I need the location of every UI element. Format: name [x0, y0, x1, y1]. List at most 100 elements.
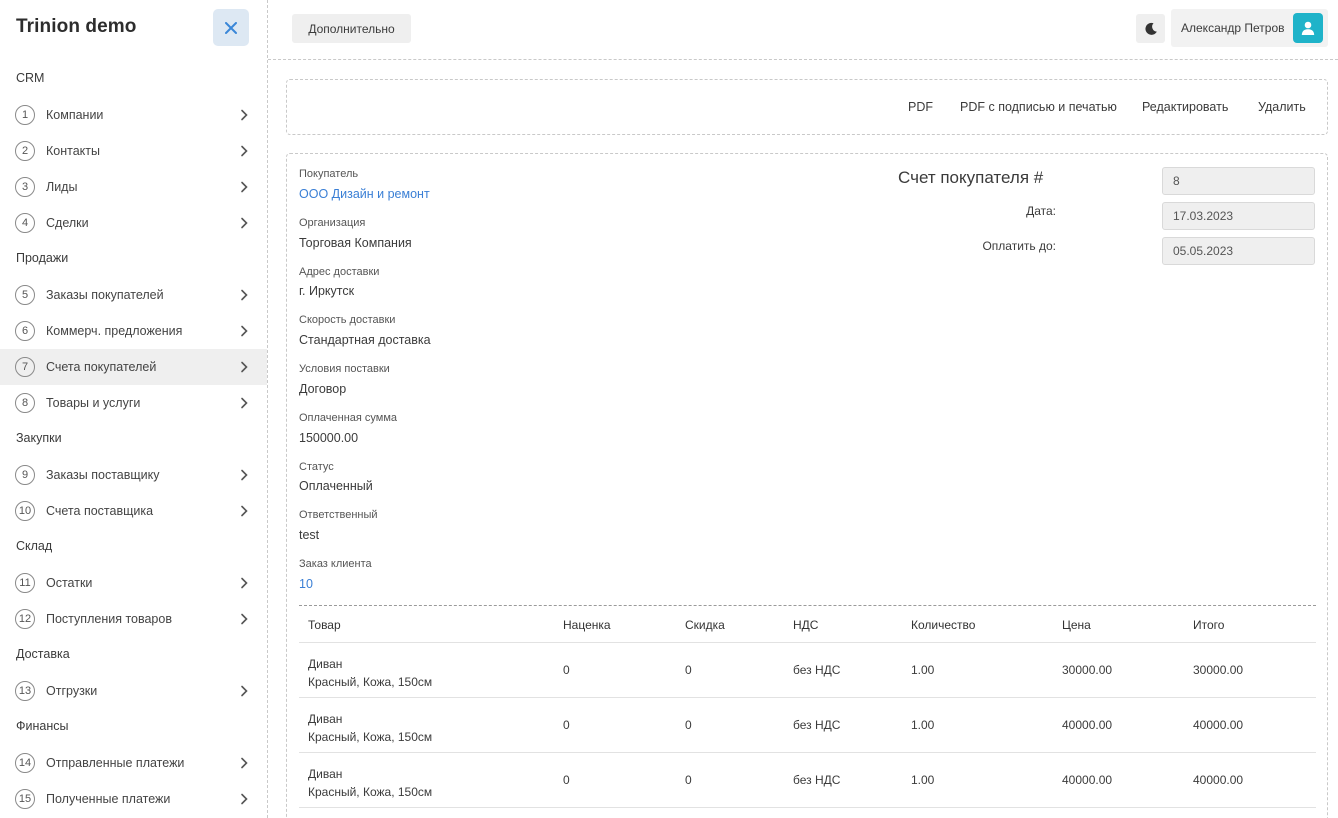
sidebar-item-label: Отправленные платежи	[46, 756, 185, 770]
sidebar-item-contacts[interactable]: 2 Контакты	[0, 133, 267, 169]
close-sidebar-button[interactable]	[213, 9, 249, 46]
product-name: Диван	[308, 657, 343, 671]
qty-cell: 1.00	[911, 773, 935, 787]
col-header: Товар	[308, 618, 341, 632]
responsible-value: test	[299, 528, 320, 542]
status-value: Оплаченный	[299, 479, 373, 493]
sidebar-item-label: Полученные платежи	[46, 792, 171, 806]
buyer-label: Покупатель	[299, 168, 359, 180]
invoice-detail: Покупатель ООО Дизайн и ремонт Организац…	[286, 153, 1328, 818]
invoice-title: Счет покупателя #	[898, 168, 1044, 187]
order-label: Заказ клиента	[299, 558, 372, 570]
sidebar-item-received-payments[interactable]: 15 Полученные платежи	[0, 781, 267, 817]
table-row[interactable]: Диван Красный, Кожа, 150см 0 0 без НДС 1.…	[299, 643, 1316, 698]
terms-label: Условия поставки	[299, 363, 390, 375]
product-desc: Красный, Кожа, 150см	[308, 730, 433, 744]
chevron-right-icon	[241, 217, 248, 229]
sidebar-item-label: Компании	[46, 108, 104, 122]
chevron-right-icon	[241, 397, 248, 409]
chevron-right-icon	[241, 361, 248, 373]
vat-cell: без НДС	[793, 773, 841, 787]
action-bar: PDF PDF с подписью и печатью Редактирова…	[286, 79, 1328, 135]
address-label: Адрес доставки	[299, 266, 380, 278]
sidebar-item-stock[interactable]: 11 Остатки	[0, 565, 267, 601]
product-cell: Диван Красный, Кожа, 150см	[308, 655, 432, 691]
item-number: 2	[15, 141, 35, 161]
sidebar-item-customer-invoices[interactable]: 7 Счета покупателей	[0, 349, 267, 385]
item-number: 5	[15, 285, 35, 305]
user-icon	[1301, 21, 1315, 35]
col-header: Скидка	[685, 618, 725, 632]
items-table: Товар Наценка Скидка НДС Количество Цена…	[299, 605, 1316, 808]
qty-cell: 1.00	[911, 718, 935, 732]
address-value: г. Иркутск	[299, 284, 355, 298]
sidebar-item-proposals[interactable]: 6 Коммерч. предложения	[0, 313, 267, 349]
chevron-right-icon	[241, 577, 248, 589]
responsible-label: Ответственный	[299, 509, 378, 521]
delete-button[interactable]: Удалить	[1258, 100, 1306, 114]
paid-value: 150000.00	[299, 431, 359, 445]
item-number: 12	[15, 609, 35, 629]
markup-cell: 0	[563, 718, 570, 732]
sidebar-item-customer-orders[interactable]: 5 Заказы покупателей	[0, 277, 267, 313]
col-header: НДС	[793, 618, 819, 632]
invoice-date-field: 17.03.2023	[1162, 202, 1315, 230]
sidebar-item-leads[interactable]: 3 Лиды	[0, 169, 267, 205]
sidebar-item-supplier-invoices[interactable]: 10 Счета поставщика	[0, 493, 267, 529]
sidebar-item-label: Лиды	[46, 180, 78, 194]
markup-cell: 0	[563, 663, 570, 677]
sidebar: Trinion demo CRM 1 Компании 2 Контакты 3…	[0, 0, 268, 818]
brand-title: Trinion demo	[16, 16, 137, 37]
item-number: 4	[15, 213, 35, 233]
user-menu[interactable]: Александр Петров	[1171, 9, 1328, 47]
chevron-right-icon	[241, 181, 248, 193]
chevron-right-icon	[241, 793, 248, 805]
pdf-button[interactable]: PDF	[908, 100, 933, 114]
sidebar-item-shipments[interactable]: 13 Отгрузки	[0, 673, 267, 709]
chevron-right-icon	[241, 469, 248, 481]
table-row[interactable]: Диван Красный, Кожа, 150см 0 0 без НДС 1.…	[299, 698, 1316, 753]
more-button[interactable]: Дополнительно	[292, 14, 411, 43]
col-header: Итого	[1193, 618, 1225, 632]
chevron-right-icon	[241, 145, 248, 157]
table-row[interactable]: Диван Красный, Кожа, 150см 0 0 без НДС 1.…	[299, 753, 1316, 808]
sidebar-item-goods-services[interactable]: 8 Товары и услуги	[0, 385, 267, 421]
org-value: Торговая Компания	[299, 236, 412, 250]
vat-cell: без НДС	[793, 663, 841, 677]
pdf-signed-button[interactable]: PDF с подписью и печатью	[960, 100, 1117, 114]
invoice-due-field: 05.05.2023	[1162, 237, 1315, 265]
buyer-link[interactable]: ООО Дизайн и ремонт	[299, 187, 430, 201]
moon-icon	[1144, 22, 1157, 35]
item-number: 9	[15, 465, 35, 485]
speed-value: Стандартная доставка	[299, 333, 431, 347]
price-cell: 40000.00	[1062, 773, 1113, 787]
item-number: 11	[15, 573, 35, 593]
order-link[interactable]: 10	[299, 577, 313, 591]
due-label: Оплатить до:	[982, 239, 1056, 253]
col-header: Наценка	[563, 618, 611, 632]
sidebar-item-label: Отгрузки	[46, 684, 98, 698]
section-title-delivery: Доставка	[16, 647, 70, 661]
edit-button[interactable]: Редактировать	[1142, 100, 1228, 114]
sidebar-item-companies[interactable]: 1 Компании	[0, 97, 267, 133]
col-header: Количество	[911, 618, 976, 632]
qty-cell: 1.00	[911, 663, 935, 677]
chevron-right-icon	[241, 685, 248, 697]
item-number: 13	[15, 681, 35, 701]
org-label: Организация	[299, 217, 366, 229]
product-desc: Красный, Кожа, 150см	[308, 675, 433, 689]
topbar: Дополнительно Александр Петров	[268, 0, 1338, 60]
sidebar-item-label: Счета поставщика	[46, 504, 154, 518]
sidebar-item-label: Остатки	[46, 576, 93, 590]
theme-toggle-button[interactable]	[1136, 14, 1165, 43]
sidebar-item-receipts[interactable]: 12 Поступления товаров	[0, 601, 267, 637]
item-number: 6	[15, 321, 35, 341]
sidebar-item-label: Поступления товаров	[46, 612, 172, 626]
sidebar-item-deals[interactable]: 4 Сделки	[0, 205, 267, 241]
sidebar-item-label: Счета покупателей	[46, 360, 157, 374]
sidebar-item-sent-payments[interactable]: 14 Отправленные платежи	[0, 745, 267, 781]
chevron-right-icon	[241, 505, 248, 517]
section-title-crm: CRM	[16, 71, 45, 85]
sidebar-item-supplier-orders[interactable]: 9 Заказы поставщику	[0, 457, 267, 493]
status-label: Статус	[299, 461, 334, 473]
